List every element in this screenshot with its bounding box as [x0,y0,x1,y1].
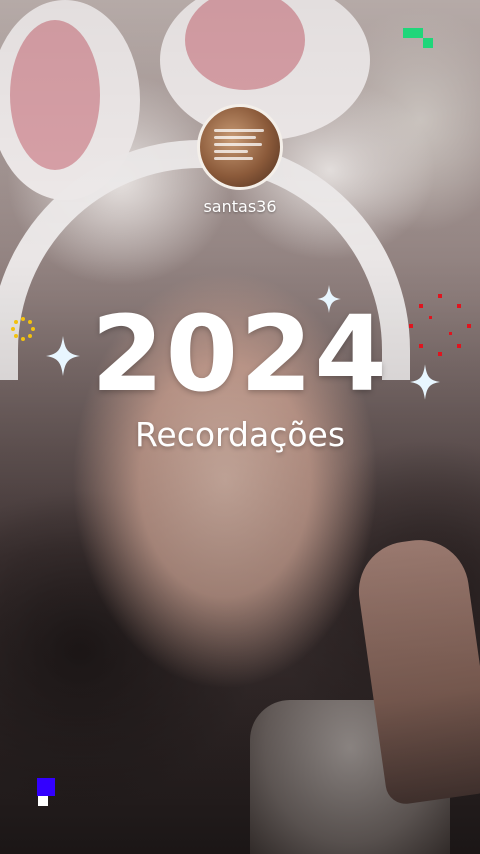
green-pixel-accent [403,28,423,38]
year-title: 2024 [91,293,389,415]
avatar[interactable] [197,104,283,190]
blue-pixel-accent [37,778,55,796]
avatar-image-text [214,129,270,164]
memories-subtitle: Recordações [134,415,346,454]
white-pixel-accent [38,796,48,806]
username[interactable]: santas36 [0,197,480,216]
story-screen: santas36 2024 Recordações [0,0,480,854]
green-pixel-accent [423,38,433,48]
